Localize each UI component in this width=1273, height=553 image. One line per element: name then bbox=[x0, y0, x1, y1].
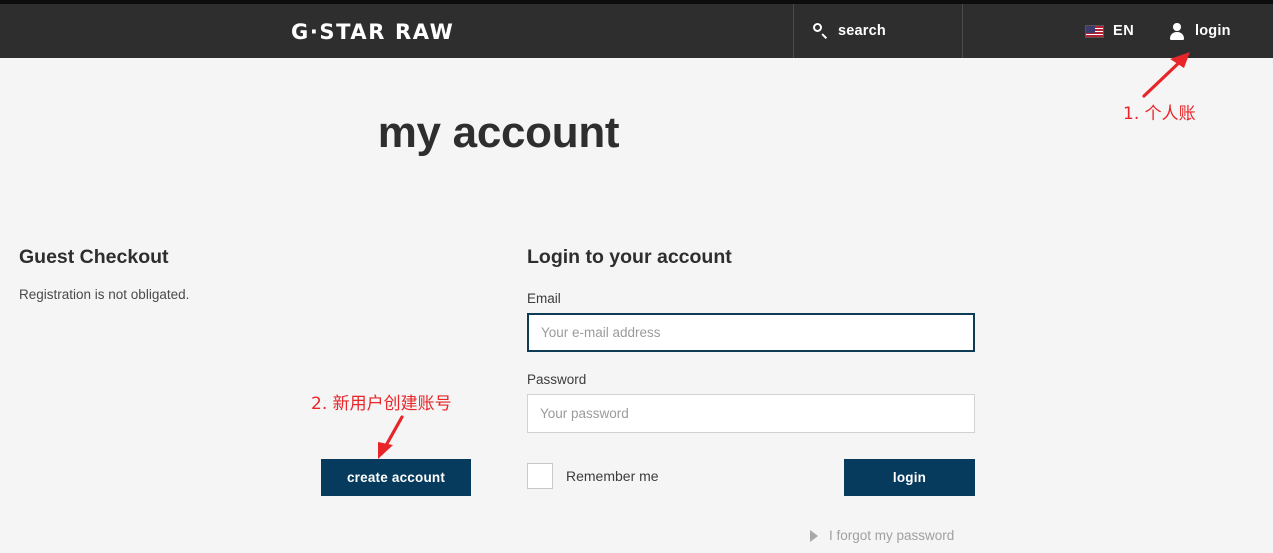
guest-checkout-heading: Guest Checkout bbox=[19, 246, 169, 268]
search-button[interactable]: search bbox=[794, 4, 962, 58]
forgot-password-link[interactable]: I forgot my password bbox=[810, 529, 954, 543]
brand-logo[interactable]: G·STAR RAW bbox=[291, 22, 454, 43]
remember-me-checkbox[interactable] bbox=[527, 463, 553, 489]
remember-me-row[interactable]: Remember me bbox=[527, 463, 659, 489]
remember-me-label: Remember me bbox=[566, 468, 659, 484]
email-input[interactable] bbox=[527, 313, 975, 352]
page-title: my account bbox=[377, 108, 620, 157]
annotation-2-text: 2. 新用户创建账号 bbox=[311, 394, 452, 414]
search-icon bbox=[813, 23, 829, 39]
password-input[interactable] bbox=[527, 394, 975, 433]
guest-checkout-subtext: Registration is not obligated. bbox=[19, 287, 190, 302]
user-icon bbox=[1168, 23, 1185, 40]
email-field-label: Email bbox=[527, 291, 561, 306]
annotation-1-text: 1. 个人账 bbox=[1123, 104, 1196, 124]
site-header: G·STAR RAW search EN login bbox=[0, 4, 1273, 58]
search-label: search bbox=[838, 23, 886, 39]
header-divider-right bbox=[962, 4, 963, 58]
us-flag-icon bbox=[1085, 24, 1104, 38]
login-form-heading: Login to your account bbox=[527, 246, 732, 268]
language-code: EN bbox=[1113, 23, 1135, 39]
login-submit-button[interactable]: login bbox=[844, 459, 975, 496]
header-login-label: login bbox=[1195, 23, 1231, 39]
triangle-right-icon bbox=[810, 529, 818, 542]
annotation-2-arrow-icon bbox=[378, 415, 404, 459]
annotation-1-arrow-icon bbox=[1142, 52, 1190, 98]
password-field-label: Password bbox=[527, 372, 587, 387]
forgot-password-label: I forgot my password bbox=[829, 528, 955, 543]
language-selector[interactable]: EN bbox=[1085, 4, 1134, 58]
create-account-button[interactable]: create account bbox=[321, 459, 471, 496]
